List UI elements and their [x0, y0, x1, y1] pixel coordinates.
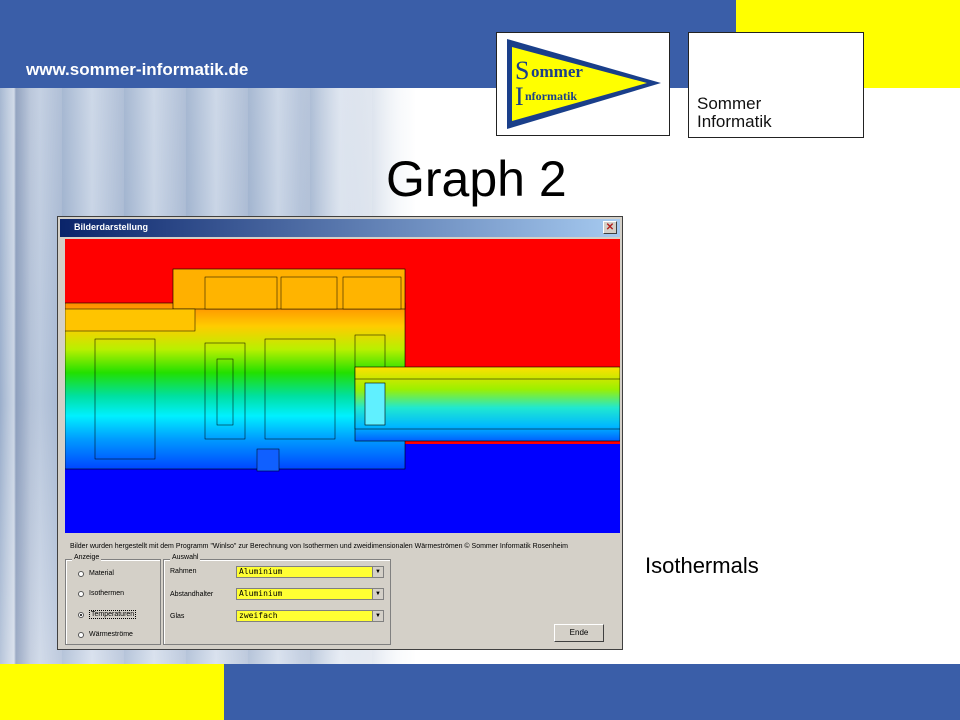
- glas-select[interactable]: zweifach ▼: [236, 610, 384, 622]
- abstandhalter-value: Aluminium: [239, 589, 283, 598]
- radio-circle: [78, 570, 84, 577]
- abstandhalter-select[interactable]: Aluminium ▼: [236, 588, 384, 600]
- rahmen-value: Aluminium: [239, 567, 283, 576]
- temperature-plot: [65, 239, 620, 533]
- anzeige-legend: Anzeige: [72, 554, 102, 561]
- logo1-letter-s: S: [515, 56, 529, 85]
- radio-circle-selected: [78, 611, 84, 618]
- slide-caption: Isothermals: [645, 553, 759, 578]
- radio-waermestroeme[interactable]: Wärmeströme: [78, 631, 133, 638]
- pennant-logo-graphic: S ommer I nformatik: [507, 39, 661, 129]
- bilderdarstellung-window: Bilderdarstellung ✕ Bilder wurden herges…: [57, 216, 623, 650]
- slide-title: Graph 2: [386, 151, 567, 207]
- text-logo: Sommer Informatik: [688, 32, 864, 138]
- pennant-logo: S ommer I nformatik: [496, 32, 670, 136]
- info-text: Bilder wurden hergestellt mit dem Progra…: [70, 543, 568, 550]
- logo1-word-nformatik: nformatik: [525, 89, 577, 103]
- radio-label: Material: [89, 570, 114, 577]
- glazing-unit: [354, 366, 620, 442]
- text-logo-line1: Sommer: [697, 94, 762, 113]
- glas-value: zweifach: [239, 611, 278, 620]
- radio-circle: [78, 631, 84, 638]
- radio-label: Temperaturen: [89, 610, 137, 619]
- window-titlebar[interactable]: Bilderdarstellung ✕: [60, 219, 620, 237]
- chevron-down-icon[interactable]: ▼: [372, 589, 383, 599]
- radio-circle: [78, 590, 84, 597]
- chevron-down-icon[interactable]: ▼: [372, 611, 383, 621]
- rahmen-label: Rahmen: [170, 568, 197, 575]
- text-logo-line2: Informatik: [697, 112, 772, 131]
- abstandhalter-label: Abstandhalter: [170, 591, 214, 598]
- ende-button[interactable]: Ende: [554, 624, 604, 642]
- auswahl-legend: Auswahl: [170, 554, 201, 561]
- radio-isothermen[interactable]: Isothermen: [78, 590, 124, 597]
- auswahl-group: Auswahl Rahmen Aluminium ▼ Abstandhalter …: [163, 554, 391, 645]
- website-url: www.sommer-informatik.de: [26, 60, 249, 79]
- radio-temperaturen[interactable]: Temperaturen: [78, 610, 137, 619]
- chevron-down-icon[interactable]: ▼: [372, 567, 383, 577]
- logo1-letter-i: I: [515, 82, 524, 111]
- bottom-blue-band: [224, 664, 960, 720]
- radio-label: Isothermen: [89, 590, 125, 597]
- glas-label: Glas: [170, 613, 185, 620]
- radio-label: Wärmeströme: [89, 631, 133, 638]
- anzeige-group: Anzeige Material Isothermen Temperaturen…: [65, 554, 161, 645]
- close-icon[interactable]: ✕: [603, 221, 617, 234]
- bottom-left-yellow-block: [0, 664, 224, 720]
- window-title: Bilderdarstellung: [74, 222, 149, 232]
- rahmen-select[interactable]: Aluminium ▼: [236, 566, 384, 578]
- text-logo-label: Sommer Informatik: [697, 95, 772, 131]
- logo1-word-ommer: ommer: [531, 62, 583, 81]
- radio-material[interactable]: Material: [78, 570, 114, 577]
